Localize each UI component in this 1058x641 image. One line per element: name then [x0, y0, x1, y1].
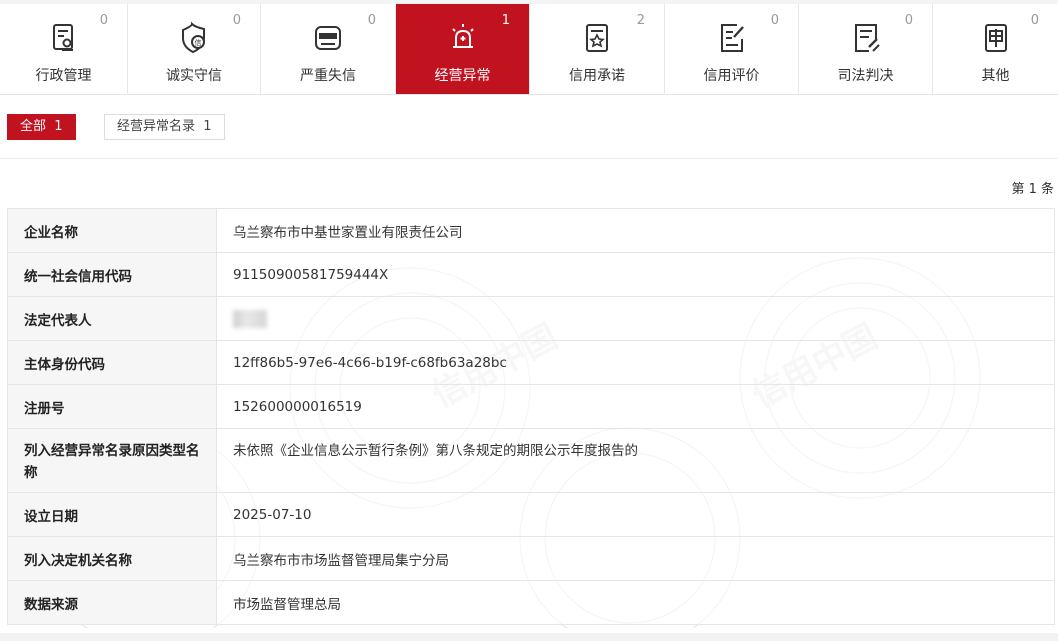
tab-other[interactable]: 其他 0: [933, 4, 1058, 94]
tab-label: 其他: [981, 68, 1010, 84]
field-value: 12ff86b5-97e6-4c66-b19f-c68fb63a28bc: [216, 340, 1055, 385]
tab-count: 1: [501, 13, 510, 28]
tab-serious-dishonesty[interactable]: 严重失信 0: [261, 4, 396, 94]
field-value: 2025-07-10: [216, 492, 1055, 537]
table-row: 法定代表人: [7, 296, 1055, 341]
field-label: 列入经营异常名录原因类型名称: [7, 428, 217, 493]
filter-abnormal-list-chip[interactable]: 经营异常名录 1: [104, 114, 225, 140]
table-row: 设立日期 2025-07-10: [7, 492, 1055, 537]
tab-label: 经营异常: [434, 68, 491, 84]
table-row: 主体身份代码 12ff86b5-97e6-4c66-b19f-c68fb63a2…: [7, 340, 1055, 385]
tab-count: 0: [770, 13, 779, 28]
field-label: 注册号: [7, 384, 217, 429]
field-value: 152600000016519: [216, 384, 1055, 429]
field-label: 列入决定机关名称: [7, 536, 217, 581]
tab-label: 严重失信: [300, 68, 356, 84]
svg-text:信: 信: [195, 38, 202, 47]
judgment-document-icon: [848, 20, 884, 56]
tab-count: 0: [367, 13, 376, 28]
field-value: 91150900581759444X: [216, 252, 1055, 297]
filter-label: 经营异常名录: [117, 119, 196, 134]
tab-administrative[interactable]: 行政管理 0: [0, 4, 128, 94]
field-label: 数据来源: [7, 580, 217, 625]
tab-count: 0: [232, 13, 241, 28]
filter-all-chip[interactable]: 全部 1: [7, 114, 76, 140]
tab-label: 诚实守信: [166, 68, 222, 84]
record-pager: 第 1 条: [1011, 182, 1054, 197]
commitment-star-icon: [579, 20, 615, 56]
tab-credit-commitment[interactable]: 信用承诺 2: [530, 4, 665, 94]
table-row: 统一社会信用代码 91150900581759444X: [7, 252, 1055, 297]
tab-count: 0: [904, 13, 913, 28]
other-document-icon: [978, 20, 1014, 56]
tab-judicial-judgment[interactable]: 司法判决 0: [799, 4, 933, 94]
tab-label: 信用承诺: [569, 68, 625, 84]
tab-count: 2: [636, 13, 645, 28]
table-row: 列入决定机关名称 乌兰察布市市场监督管理局集宁分局: [7, 536, 1055, 581]
tab-business-abnormal[interactable]: 经营异常 1: [396, 4, 530, 94]
shield-credit-icon: 信: [176, 20, 212, 56]
tab-label: 司法判决: [837, 68, 894, 84]
tab-label: 信用评价: [703, 68, 760, 84]
redacted-name: [233, 309, 267, 328]
alarm-light-icon: [445, 20, 481, 56]
category-tabs: 行政管理 0 信 诚实守信 0 严重失信 0 经营异常 1 信用承诺 2 信用评…: [0, 4, 1058, 95]
dishonest-person-icon: [310, 20, 346, 56]
table-row: 数据来源 市场监督管理总局: [7, 580, 1055, 625]
field-label: 设立日期: [7, 492, 217, 537]
field-label: 统一社会信用代码: [7, 252, 217, 297]
field-value: 乌兰察布市中基世家置业有限责任公司: [216, 208, 1055, 253]
tab-count: 0: [99, 13, 108, 28]
field-value: 市场监督管理总局: [216, 580, 1055, 625]
tab-credit-evaluation[interactable]: 信用评价 0: [665, 4, 799, 94]
field-label: 企业名称: [7, 208, 217, 253]
document-seal-icon: [46, 20, 82, 56]
filter-count: 1: [203, 119, 212, 134]
table-row: 注册号 152600000016519: [7, 384, 1055, 429]
field-value: 未依照《企业信息公示暂行条例》第八条规定的期限公示年度报告的: [216, 428, 1055, 493]
tab-count: 0: [1030, 13, 1039, 28]
tab-integrity[interactable]: 信 诚实守信 0: [128, 4, 261, 94]
filter-bar: 全部 1 经营异常名录 1: [0, 94, 1058, 159]
field-label: 法定代表人: [7, 296, 217, 341]
filter-count: 1: [54, 119, 63, 134]
field-value: 乌兰察布市市场监督管理局集宁分局: [216, 536, 1055, 581]
field-label: 主体身份代码: [7, 340, 217, 385]
record-detail-table: 企业名称 乌兰察布市中基世家置业有限责任公司 统一社会信用代码 91150900…: [7, 208, 1055, 625]
tab-label: 行政管理: [35, 68, 92, 84]
bottom-strip: [0, 633, 1058, 641]
table-row: 列入经营异常名录原因类型名称 未依照《企业信息公示暂行条例》第八条规定的期限公示…: [7, 428, 1055, 493]
field-value: [216, 296, 1055, 341]
table-row: 企业名称 乌兰察布市中基世家置业有限责任公司: [7, 208, 1055, 253]
evaluation-edit-icon: [714, 20, 750, 56]
filter-label: 全部: [20, 119, 47, 134]
